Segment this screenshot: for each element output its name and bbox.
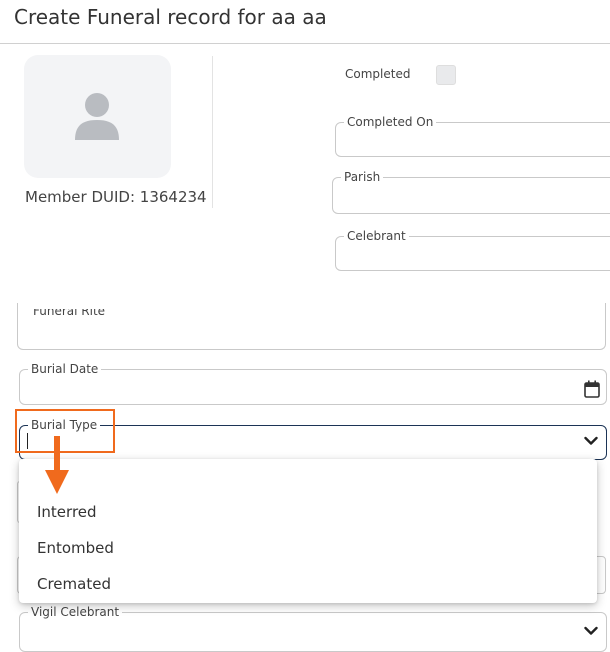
option-cremated[interactable]: Cremated — [37, 575, 111, 593]
option-entombed[interactable]: Entombed — [37, 539, 114, 557]
page-header: Create Funeral record for aa aa — [0, 0, 610, 44]
parish-label: Parish — [341, 169, 384, 185]
annotation-arrow-icon — [45, 436, 69, 494]
calendar-icon[interactable] — [584, 380, 600, 398]
completed-on-label: Completed On — [344, 114, 437, 130]
completed-checkbox[interactable] — [436, 65, 456, 85]
vigil-celebrant-label: Vigil Celebrant — [28, 604, 123, 620]
chevron-down-icon[interactable] — [584, 625, 598, 637]
celebrant-field[interactable]: Celebrant — [335, 228, 610, 271]
chevron-down-icon[interactable] — [584, 435, 598, 447]
member-duid: Member DUID: 1364234 — [25, 188, 207, 206]
vigil-celebrant-field[interactable]: Vigil Celebrant — [19, 604, 607, 652]
page-title: Create Funeral record for aa aa — [14, 5, 327, 29]
option-interred[interactable]: Interred — [37, 503, 97, 521]
burial-date-label: Burial Date — [28, 361, 102, 377]
avatar — [24, 55, 171, 178]
burial-date-field[interactable]: Burial Date — [19, 361, 607, 405]
celebrant-label: Celebrant — [344, 228, 409, 244]
funeral-rite-field[interactable]: Funeral Rite — [17, 303, 606, 350]
burial-type-dropdown: Interred Entombed Cremated — [19, 459, 597, 603]
completed-label: Completed — [345, 67, 411, 81]
parish-field[interactable]: Parish — [332, 169, 610, 214]
completed-on-field[interactable]: Completed On — [335, 114, 610, 157]
user-silhouette-icon — [75, 93, 119, 140]
divider — [212, 56, 213, 208]
funeral-rite-label: Funeral Rite — [33, 304, 106, 318]
